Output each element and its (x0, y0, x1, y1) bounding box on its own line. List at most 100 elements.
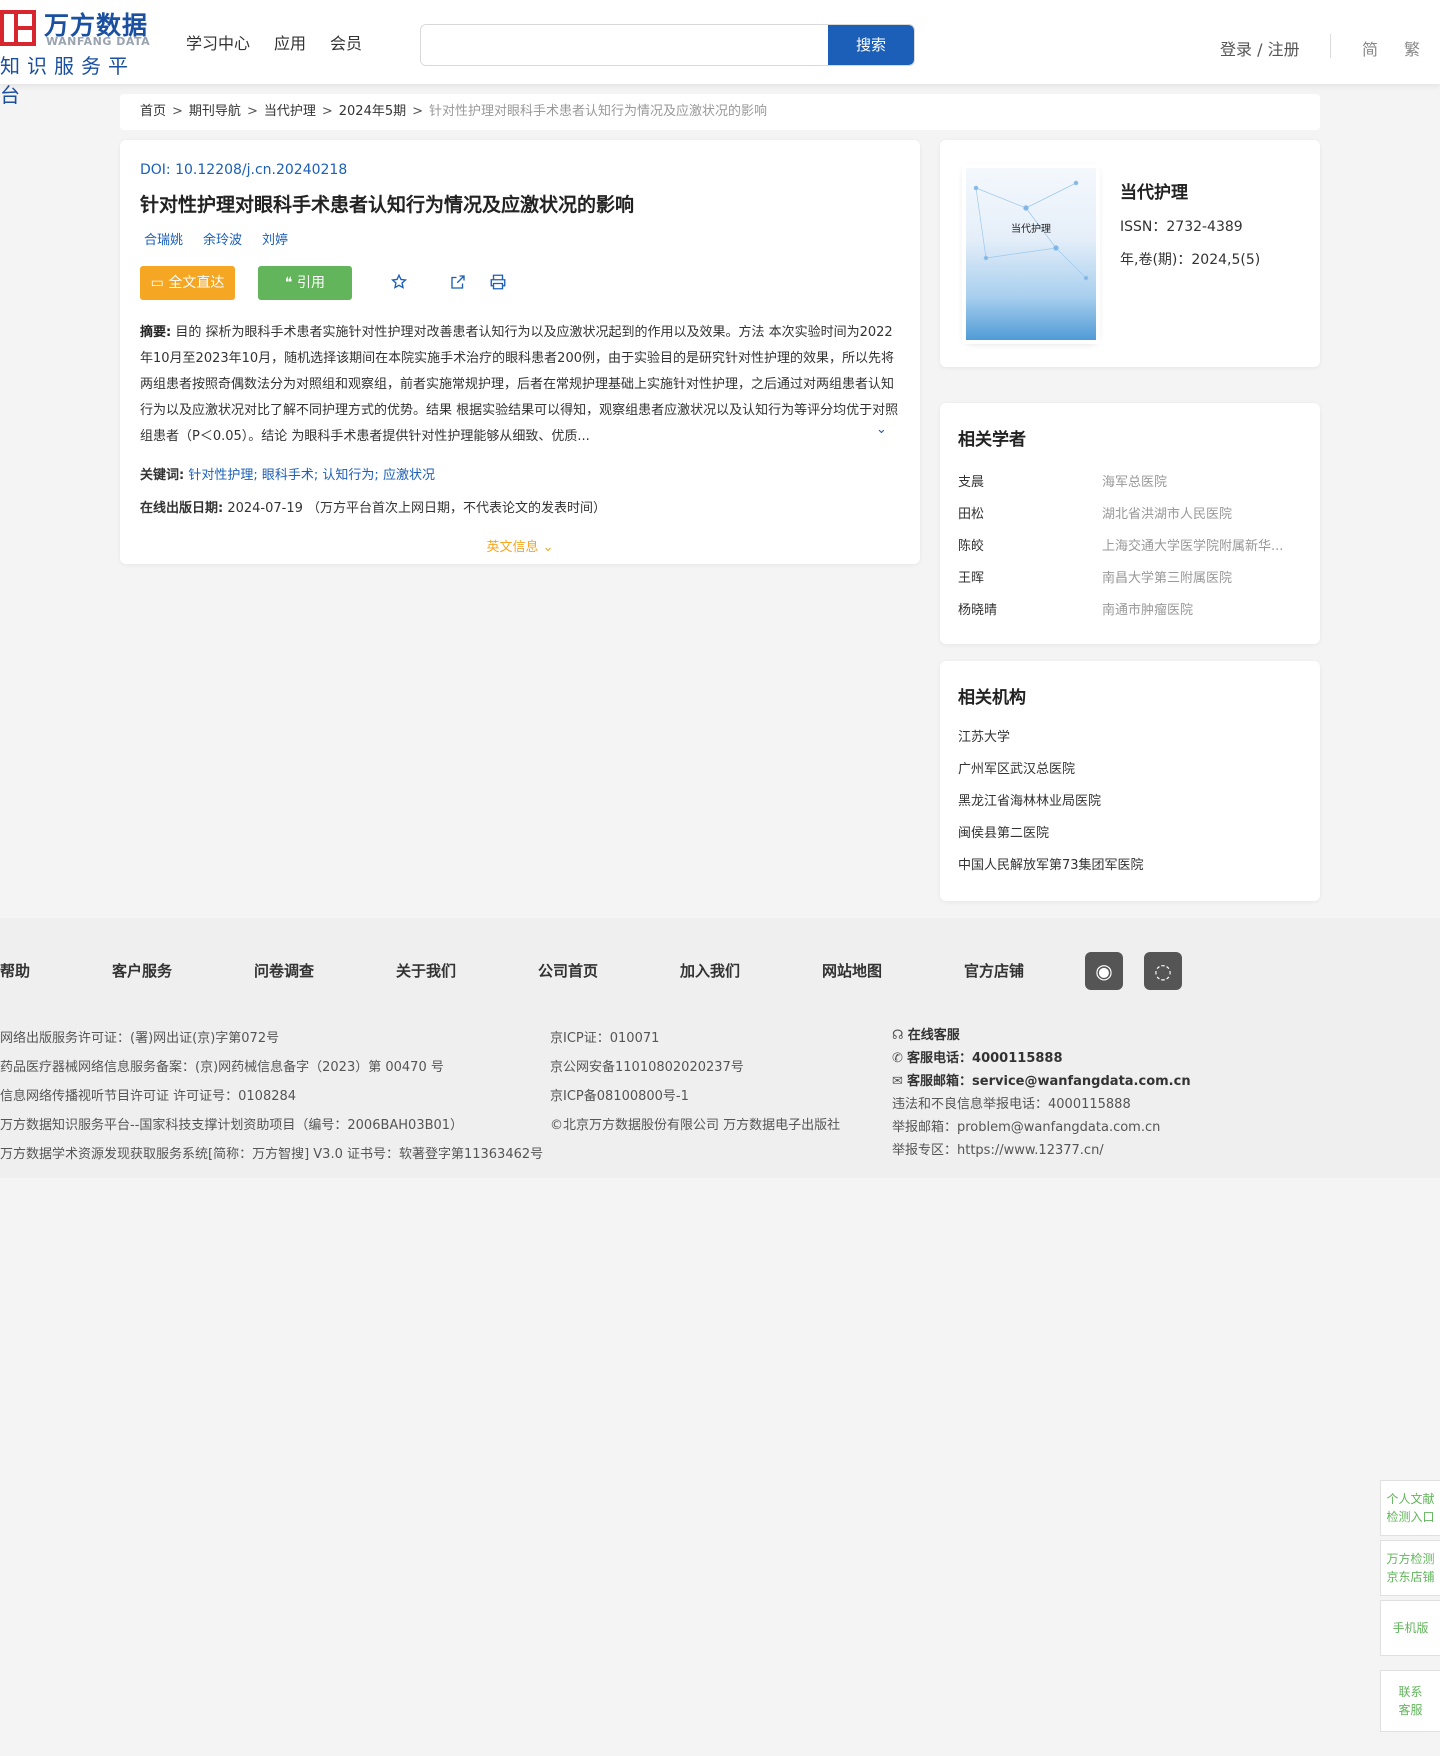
search-button[interactable]: 搜索 (828, 25, 914, 65)
journal-volume: 年,卷(期)：2024,5(5) (1120, 252, 1261, 268)
scholar-name[interactable]: 王晖 (958, 567, 1102, 586)
doi: DOI: 10.12208/j.cn.20240218 (140, 162, 900, 178)
scholar-name[interactable]: 田松 (958, 503, 1102, 522)
institution-item[interactable]: 江苏大学 (958, 722, 1302, 754)
icp-line[interactable]: 京ICP证：010071 (550, 1024, 840, 1053)
institution-item[interactable]: 中国人民解放军第73集团军医院 (958, 850, 1302, 882)
scholar-name[interactable]: 支晨 (958, 471, 1102, 490)
scholar-org[interactable]: 上海交通大学医学院附属新华... (1102, 535, 1302, 554)
full-text-icon: ▭ (150, 275, 169, 291)
breadcrumb-separator: > (246, 104, 258, 119)
expand-abstract-icon[interactable]: ⌄ (876, 422, 887, 437)
nav-learning-center[interactable]: 学习中心 (186, 30, 250, 54)
related-institutions-card: 相关机构 江苏大学 广州军区武汉总医院 黑龙江省海林林业局医院 闽侯县第二医院 … (940, 661, 1320, 901)
article-card: DOI: 10.12208/j.cn.20240218 针对性护理对眼科手术患者… (120, 140, 920, 564)
keyword-link[interactable]: 应激状况 (383, 468, 435, 483)
abstract-label: 摘要: (140, 325, 172, 340)
side-label: 个人文献 (1386, 1492, 1435, 1506)
license-line: 万方数据学术资源发现获取服务系统[简称：万方智搜] V3.0 证书号：软著登字第… (0, 1147, 544, 1162)
report-site[interactable]: 举报专区：https://www.12377.cn/ (892, 1139, 1191, 1162)
side-label: 京东店铺 (1386, 1570, 1435, 1584)
full-text-label: 全文直达 (168, 275, 225, 291)
mobile-version-entry[interactable]: 手机版 (1380, 1600, 1440, 1656)
nav-apps[interactable]: 应用 (274, 30, 306, 54)
headset-icon: ☊ (892, 1028, 908, 1043)
keyword-link[interactable]: 认知行为 (322, 468, 374, 483)
lang-simplified[interactable]: 简 (1362, 36, 1378, 60)
jd-store-entry[interactable]: 万方检测 京东店铺 (1380, 1540, 1440, 1596)
online-service-link[interactable]: ☊ 在线客服 (892, 1024, 1191, 1047)
footer-link-about[interactable]: 关于我们 (396, 960, 538, 981)
wechat-icon[interactable]: ◌ (1144, 952, 1182, 990)
nav-membership[interactable]: 会员 (330, 30, 362, 54)
institution-item[interactable]: 广州军区武汉总医院 (958, 754, 1302, 786)
icp-line[interactable]: 京ICP备08100800号-1 (550, 1082, 840, 1111)
email-value[interactable]: service@wanfangdata.com.cn (972, 1074, 1191, 1089)
footer-link-help[interactable]: 帮助 (0, 960, 112, 981)
footer-link-join[interactable]: 加入我们 (680, 960, 822, 981)
icp-line[interactable]: 京公网安备11010802020237号 (550, 1053, 840, 1082)
author-link[interactable]: 刘婷 (262, 229, 288, 248)
publish-date: 在线出版日期: 2024-07-19 （万方平台首次上网日期，不代表论文的发表时… (140, 497, 900, 516)
footer-link-survey[interactable]: 问卷调查 (254, 960, 396, 981)
doi-label: DOI: (140, 162, 176, 178)
footer-link-company[interactable]: 公司首页 (538, 960, 680, 981)
side-label: 万方检测 (1386, 1552, 1435, 1566)
breadcrumb-journal[interactable]: 当代护理 (264, 104, 316, 119)
license-line: 网络出版服务许可证：(署)网出证(京)字第072号 (0, 1031, 280, 1046)
cite-label: 引用 (296, 275, 325, 291)
scholar-org[interactable]: 湖北省洪湖市人民医院 (1102, 503, 1302, 522)
contact-service-entry[interactable]: 联系 客服 (1380, 1670, 1440, 1732)
search-input[interactable] (421, 25, 830, 65)
scholar-name[interactable]: 杨晓晴 (958, 599, 1102, 618)
footer-link-sitemap[interactable]: 网站地图 (822, 960, 964, 981)
english-info-toggle[interactable]: 英文信息 ⌄ (140, 536, 900, 555)
scholar-org[interactable]: 海军总医院 (1102, 471, 1302, 490)
full-text-button[interactable]: ▭ 全文直达 (140, 266, 235, 300)
scholar-org[interactable]: 南昌大学第三附属医院 (1102, 567, 1302, 586)
institution-item[interactable]: 闽侯县第二医院 (958, 818, 1302, 850)
journal-name[interactable]: 当代护理 (1120, 178, 1188, 203)
breadcrumb-home[interactable]: 首页 (140, 104, 166, 119)
report-email[interactable]: 举报邮箱：problem@wanfangdata.com.cn (892, 1116, 1191, 1139)
search-box: 搜索 (420, 24, 915, 66)
cite-button[interactable]: ❝ 引用 (258, 266, 352, 300)
weibo-icon[interactable]: ◉ (1085, 952, 1123, 990)
header: 万方数据 WANFANG DATA 知识服务平台 学习中心 应用 会员 搜索 登… (0, 0, 1440, 107)
header-divider (1330, 34, 1331, 58)
footer-link-service[interactable]: 客户服务 (112, 960, 254, 981)
keywords: 关键词: 针对性护理; 眼科手术; 认知行为; 应激状况 (140, 464, 900, 483)
institution-item[interactable]: 黑龙江省海林林业局医院 (958, 786, 1302, 818)
footer-licenses: 网络出版服务许可证：(署)网出证(京)字第072号 药品医疗器械网络信息服务备案… (0, 1024, 543, 1169)
main-nav: 学习中心 应用 会员 (186, 30, 362, 54)
report-phone: 违法和不良信息举报电话：4000115888 (892, 1097, 1131, 1112)
author-link[interactable]: 余玲波 (203, 229, 242, 248)
login-register-link[interactable]: 登录 / 注册 (1220, 36, 1300, 60)
related-scholars-card: 相关学者 支晨 海军总医院 田松 湖北省洪湖市人民医院 陈皎 上海交通大学医学院附属新… (940, 403, 1320, 644)
personal-check-entry[interactable]: 个人文献 检测入口 (1380, 1480, 1440, 1536)
footer: 帮助 客户服务 问卷调查 关于我们 公司首页 加入我们 网站地图 官方店铺 ◉ … (0, 918, 1440, 1178)
footer-link-store[interactable]: 官方店铺 (964, 960, 1064, 981)
breadcrumb-separator: > (172, 104, 183, 119)
cover-title: 当代护理 (1011, 224, 1051, 235)
doi-link[interactable]: 10.12208/j.cn.20240218 (175, 162, 347, 178)
scholar-org[interactable]: 南通市肿瘤医院 (1102, 599, 1302, 618)
scholar-row: 杨晓晴 南通市肿瘤医院 (958, 592, 1302, 624)
keyword-link[interactable]: 针对性护理 (188, 468, 253, 483)
lang-traditional[interactable]: 繁 (1404, 36, 1420, 60)
phone-value: 4000115888 (972, 1051, 1063, 1066)
mail-icon: ✉ (892, 1074, 908, 1089)
breadcrumb-issue[interactable]: 2024年5期 (339, 104, 406, 119)
author-link[interactable]: 合瑞姚 (144, 229, 183, 248)
star-icon[interactable] (390, 273, 410, 293)
keyword-link[interactable]: 眼科手术 (262, 468, 314, 483)
side-label: 客服 (1398, 1703, 1423, 1717)
print-icon[interactable] (489, 273, 509, 293)
share-icon[interactable] (449, 273, 469, 293)
breadcrumb-separator: > (321, 104, 333, 119)
breadcrumb-journal-nav[interactable]: 期刊导航 (189, 104, 241, 119)
scholar-name[interactable]: 陈皎 (958, 535, 1102, 554)
logo[interactable]: 万方数据 WANFANG DATA 知识服务平台 (0, 6, 152, 107)
keywords-label: 关键词: (140, 468, 185, 483)
journal-cover[interactable]: 当代护理 (966, 168, 1096, 340)
